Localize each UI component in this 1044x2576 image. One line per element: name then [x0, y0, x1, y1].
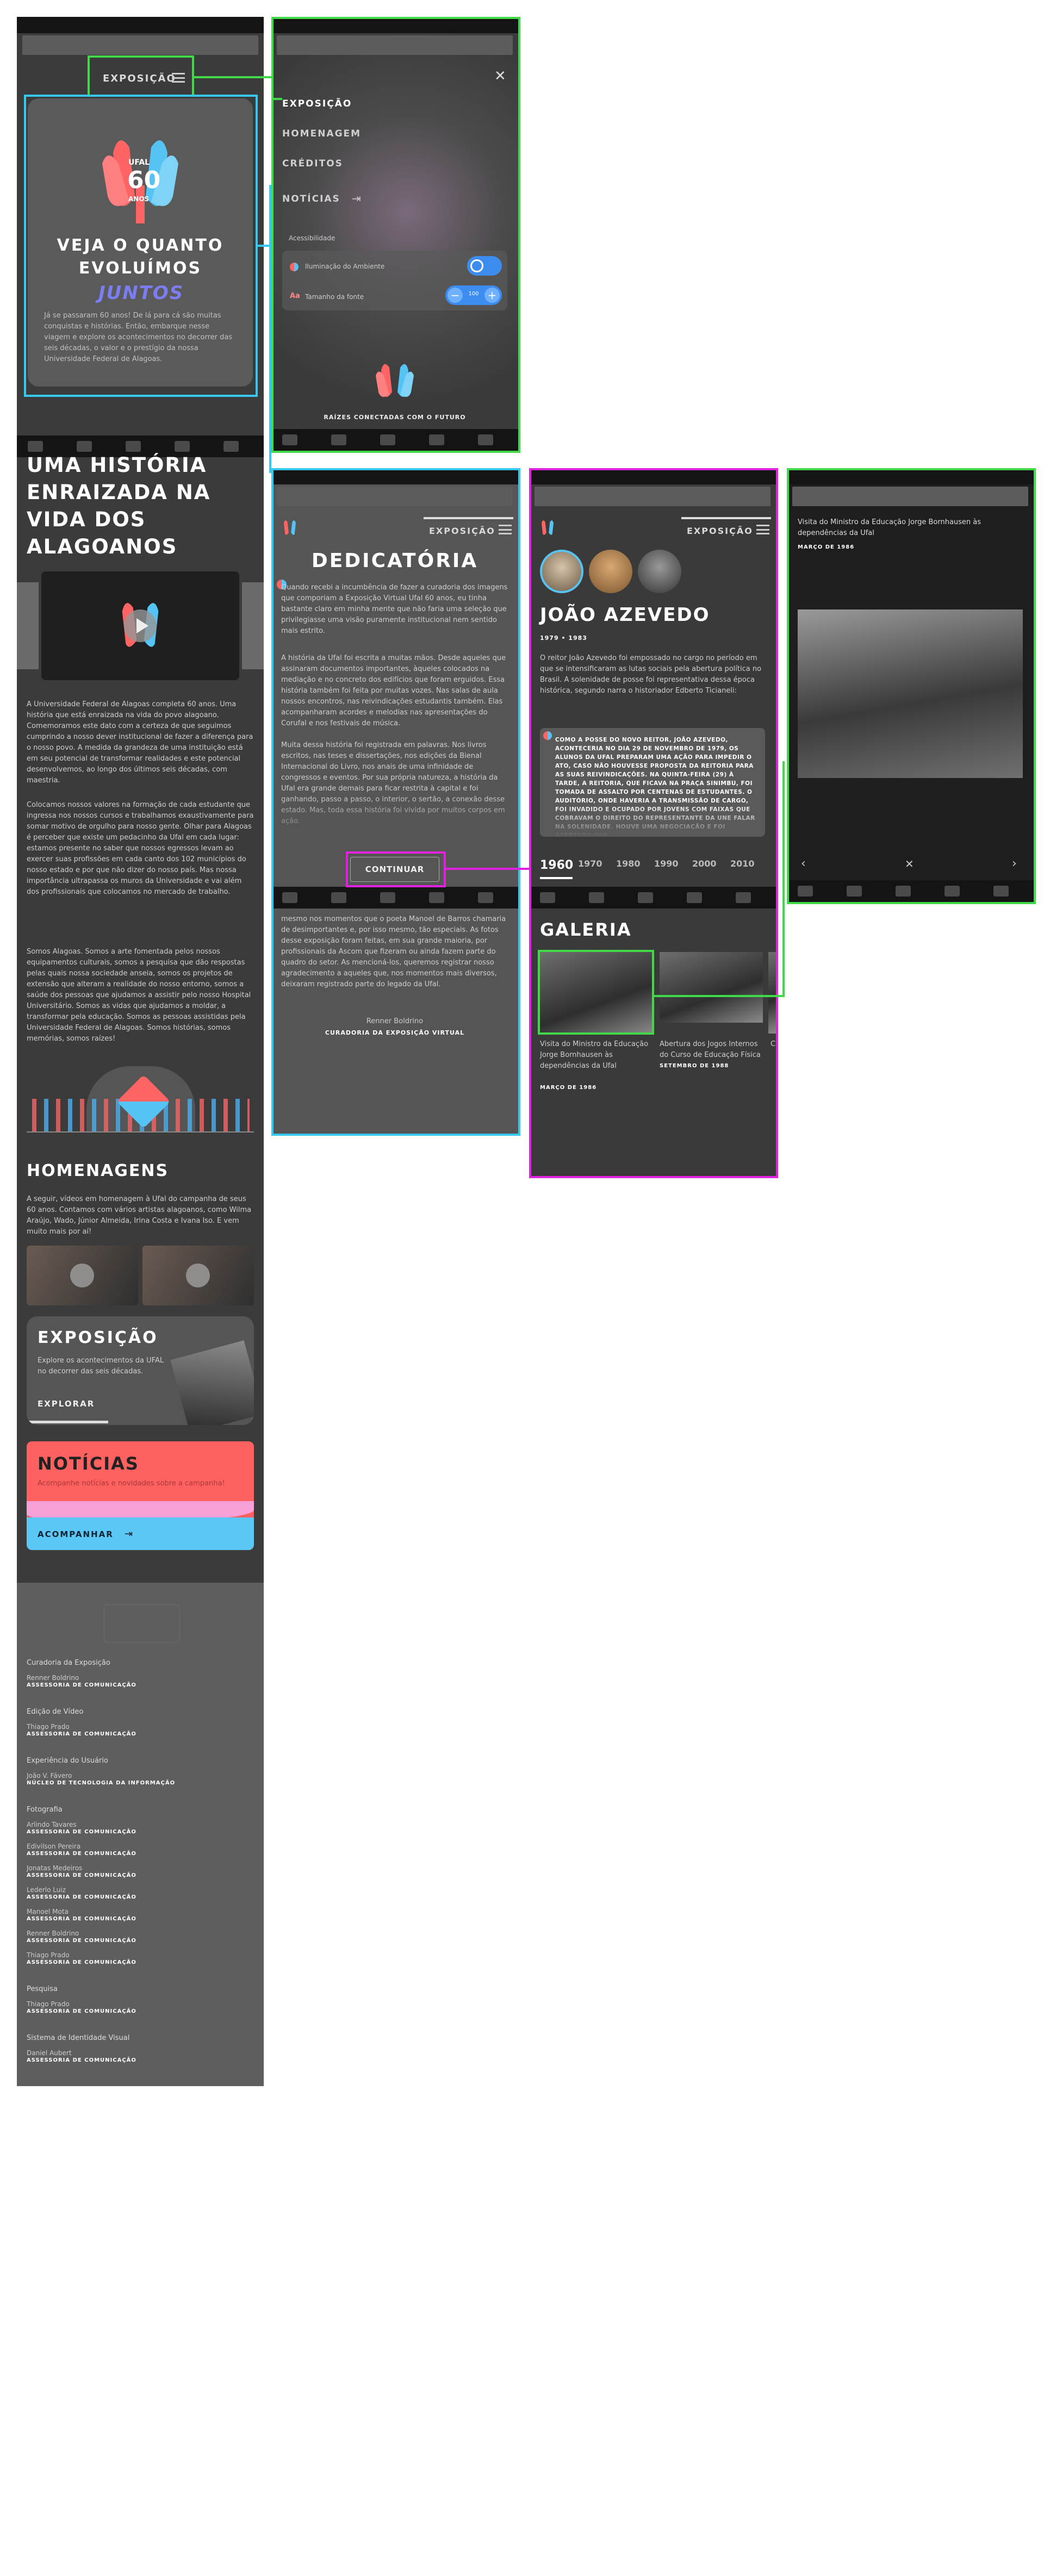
credit-name: Manoel Mota [27, 1908, 69, 1915]
browser-bookmarks-icon[interactable] [175, 441, 190, 452]
history-video[interactable] [41, 571, 239, 680]
credit-dept: ASSESSORIA DE COMUNICAÇÃO [27, 1851, 136, 1857]
credit-dept: ASSESSORIA DE COMUNICAÇÃO [27, 1938, 136, 1944]
side-photo-left [17, 582, 39, 669]
flow-outline-continuar [346, 851, 446, 887]
flow-outline-hero [24, 95, 258, 397]
credit-role: Fotografia [27, 1806, 63, 1814]
credit-name: Renner Boldrino [27, 1674, 79, 1682]
credit-name: Edivilson Pereira [27, 1843, 81, 1850]
credit-role: Curadoria da Exposição [27, 1659, 110, 1667]
play-icon[interactable] [186, 1264, 210, 1287]
credit-dept: ASSESSORIA DE COMUNICAÇÃO [27, 1916, 136, 1922]
credit-name: João V. Fávero [27, 1772, 72, 1779]
homenagens-text: A seguir, vídeos em homenagem à Ufal do … [27, 1195, 252, 1236]
flow-outline-gallery-photo [538, 950, 654, 1035]
status-bar [17, 17, 264, 33]
credit-name: Daniel Aubert [27, 2049, 72, 2057]
flow-connector [782, 761, 785, 997]
flow-outline-dedicatoria-screen [271, 468, 520, 1136]
credit-name: Thiago Prado [27, 1951, 70, 1959]
credit-dept: ASSESSORIA DE COMUNICAÇÃO [27, 2008, 136, 2014]
credit-dept: ASSESSORIA DE COMUNICAÇÃO [27, 1894, 136, 1900]
noticias-title: NOTÍCIAS [38, 1453, 139, 1474]
flow-outline-rector-screen [529, 468, 778, 1178]
credit-role: Sistema de Identidade Visual [27, 2034, 130, 2042]
homenagens-title: HOMENAGENS [27, 1161, 169, 1180]
credit-dept: NÚCLEO DE TECNOLOGIA DA INFORMAÇÃO [27, 1780, 176, 1786]
credit-dept: ASSESSORIA DE COMUNICAÇÃO [27, 2057, 136, 2063]
flow-connector [446, 868, 529, 870]
flow-connector [269, 185, 271, 473]
history-title: UMA HISTÓRIA ENRAIZADA NA VIDA DOS ALAGO… [27, 453, 211, 558]
flow-outline-exposicao-link [88, 55, 194, 97]
credit-name: Thiago Prado [27, 2000, 70, 2008]
exposicao-card-title: EXPOSIÇÃO [38, 1328, 158, 1347]
credit-role: Experiência do Usuário [27, 1757, 108, 1765]
browser-forward-icon[interactable] [77, 441, 92, 452]
flow-connector [654, 995, 785, 997]
noticias-card[interactable]: NOTÍCIAS Acompanhe notícias e novidades … [27, 1441, 254, 1550]
acompanhar-button[interactable]: ACOMPANHAR [38, 1529, 114, 1539]
credit-role: Edição de Vídeo [27, 1708, 84, 1716]
credit-name: Jonatas Medeiros [27, 1864, 83, 1872]
exposicao-card-text: Explore os acontecimentos da UFAL no dec… [38, 1357, 164, 1376]
browser-tabs-icon[interactable] [223, 441, 239, 452]
exposicao-card-photos [170, 1340, 254, 1425]
side-photo-right [242, 582, 264, 669]
credit-name: Arlindo Tavares [27, 1821, 77, 1828]
noticias-text: Acompanhe notícias e novidades sobre a c… [38, 1479, 225, 1488]
campus-illustration [27, 1055, 254, 1148]
homenagem-video-1[interactable] [27, 1246, 138, 1305]
homenagem-video-2[interactable] [142, 1246, 254, 1305]
flow-connector [271, 98, 282, 100]
footer-logos [104, 1604, 180, 1642]
history-paragraph-3: Somos Alagoas. Somos a arte fomentada pe… [27, 948, 251, 1043]
credit-dept: ASSESSORIA DE COMUNICAÇÃO [27, 1731, 136, 1737]
exposicao-card[interactable]: EXPOSIÇÃO Explore os acontecimentos da U… [27, 1316, 254, 1425]
play-icon[interactable] [70, 1264, 94, 1287]
logout-arrow-icon: ⇥ [125, 1528, 133, 1540]
flow-outline-menu-screen [271, 17, 520, 453]
play-triangle-icon [136, 618, 148, 633]
flow-outline-lightbox-screen [787, 468, 1036, 904]
history-paragraph-1: A Universidade Federal de Alagoas comple… [27, 700, 253, 785]
browser-share-icon[interactable] [126, 441, 141, 452]
credit-dept: ASSESSORIA DE COMUNICAÇÃO [27, 1959, 136, 1965]
credit-dept: ASSESSORIA DE COMUNICAÇÃO [27, 1829, 136, 1835]
flow-outline-home [17, 17, 264, 19]
history-paragraph-2: Colocamos nossos valores na formação de … [27, 801, 254, 896]
credit-name: Thiago Prado [27, 1723, 70, 1731]
flow-connector [194, 76, 271, 78]
browser-back-icon[interactable] [28, 441, 43, 452]
credit-name: Lederlo Luiz [27, 1886, 66, 1894]
credit-role: Pesquisa [27, 1985, 58, 1993]
credit-name: Renner Boldrino [27, 1930, 79, 1937]
credit-dept: ASSESSORIA DE COMUNICAÇÃO [27, 1682, 136, 1688]
explorar-button[interactable]: EXPLORAR [38, 1399, 95, 1409]
address-bar[interactable] [22, 35, 258, 55]
credit-dept: ASSESSORIA DE COMUNICAÇÃO [27, 1872, 136, 1878]
footer: Curadoria da Exposição Renner Boldrino ASS… [17, 1583, 264, 2086]
